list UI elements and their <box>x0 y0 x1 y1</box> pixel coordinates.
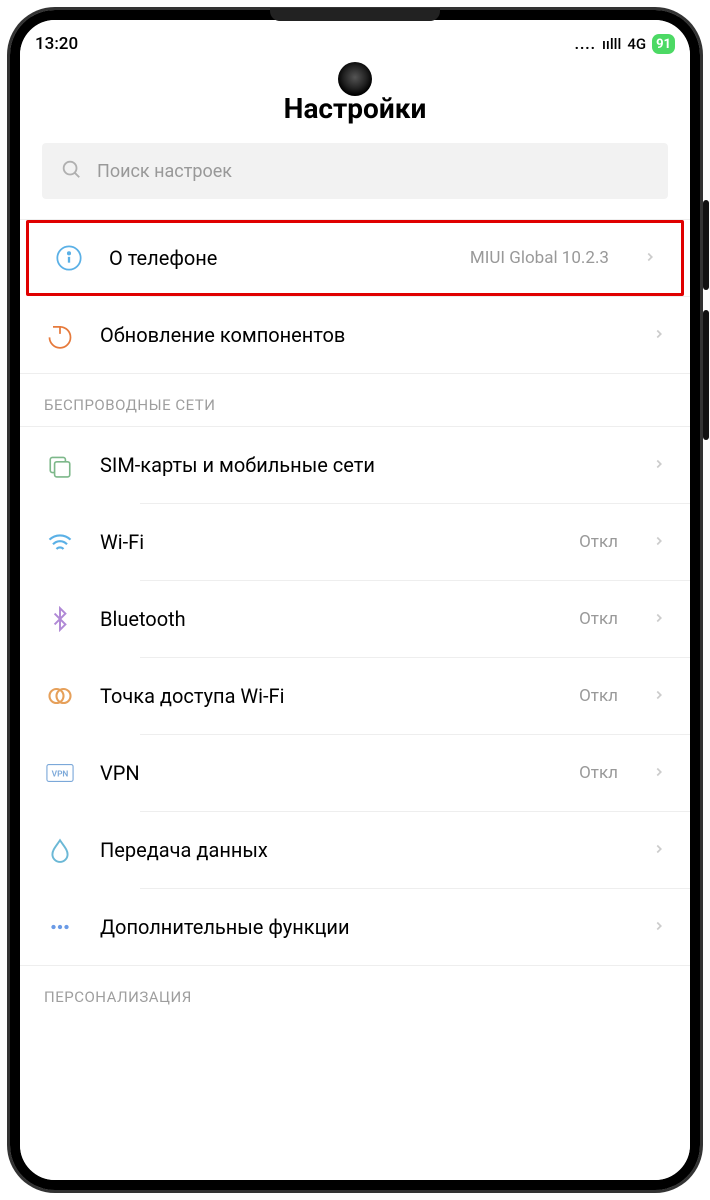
status-bar: 13:20 .... ıılll 4G 91 <box>20 20 690 60</box>
row-value: Откл <box>579 686 618 706</box>
phone-frame: 13:20 .... ıılll 4G 91 Настройки Поиск н… <box>10 10 700 1190</box>
status-right: .... ıılll 4G 91 <box>575 34 675 54</box>
section-header-wireless: БЕСПРОВОДНЫЕ СЕТИ <box>20 374 690 426</box>
vpn-icon: VPN <box>44 757 76 789</box>
info-icon <box>53 242 85 274</box>
row-more[interactable]: Дополнительные функции <box>20 889 690 965</box>
row-label: О телефоне <box>109 246 446 270</box>
signal-bars-icon: ıılll <box>602 35 621 53</box>
power-button-hardware <box>703 200 709 290</box>
row-label: Обновление компонентов <box>100 323 628 347</box>
row-hotspot[interactable]: Точка доступа Wi-Fi Откл <box>20 658 690 734</box>
droplet-icon <box>44 834 76 866</box>
row-label: Передача данных <box>100 838 628 862</box>
row-label: SIM-карты и мобильные сети <box>100 453 628 477</box>
row-bluetooth[interactable]: Bluetooth Откл <box>20 581 690 657</box>
section-header-personalization: ПЕРСОНАЛИЗАЦИЯ <box>20 966 690 1018</box>
chevron-right-icon <box>652 533 666 552</box>
page-title: Настройки <box>20 92 690 125</box>
section-system: О телефоне MIUI Global 10.2.3 Обновление… <box>20 220 690 373</box>
upload-icon <box>44 319 76 351</box>
wifi-icon <box>44 526 76 558</box>
network-label: 4G <box>627 35 646 53</box>
row-about-phone[interactable]: О телефоне MIUI Global 10.2.3 <box>26 220 684 296</box>
chevron-right-icon <box>652 918 666 937</box>
chevron-right-icon <box>652 841 666 860</box>
row-value: Откл <box>579 609 618 629</box>
bluetooth-icon <box>44 603 76 635</box>
row-value: MIUI Global 10.2.3 <box>470 248 609 268</box>
camera-icon <box>338 62 372 96</box>
row-wifi[interactable]: Wi-Fi Откл <box>20 504 690 580</box>
svg-text:VPN: VPN <box>52 770 69 780</box>
search-placeholder: Поиск настроек <box>97 161 232 182</box>
row-label: Bluetooth <box>100 607 555 631</box>
chevron-right-icon <box>652 326 666 345</box>
row-data-usage[interactable]: Передача данных <box>20 812 690 888</box>
row-value: Откл <box>579 532 618 552</box>
signal-dots-icon: .... <box>575 35 596 53</box>
search-input[interactable]: Поиск настроек <box>42 143 668 199</box>
row-sim[interactable]: SIM-карты и мобильные сети <box>20 427 690 503</box>
sim-icon <box>44 449 76 481</box>
phone-notch <box>270 8 440 21</box>
section-wireless: SIM-карты и мобильные сети Wi-Fi Откл <box>20 427 690 965</box>
more-icon <box>44 911 76 943</box>
row-updates[interactable]: Обновление компонентов <box>20 297 690 373</box>
chevron-right-icon <box>652 764 666 783</box>
status-time: 13:20 <box>35 34 78 54</box>
hotspot-icon <box>44 680 76 712</box>
battery-icon: 91 <box>652 34 675 54</box>
search-icon <box>60 158 82 184</box>
row-label: Дополнительные функции <box>100 915 628 939</box>
row-label: Wi-Fi <box>100 530 555 554</box>
chevron-right-icon <box>643 249 657 268</box>
row-vpn[interactable]: VPN VPN Откл <box>20 735 690 811</box>
chevron-right-icon <box>652 610 666 629</box>
row-value: Откл <box>579 763 618 783</box>
screen: 13:20 .... ıılll 4G 91 Настройки Поиск н… <box>20 20 690 1180</box>
volume-button-hardware <box>703 310 709 440</box>
chevron-right-icon <box>652 687 666 706</box>
chevron-right-icon <box>652 456 666 475</box>
row-label: VPN <box>100 761 555 785</box>
row-label: Точка доступа Wi-Fi <box>100 684 555 708</box>
